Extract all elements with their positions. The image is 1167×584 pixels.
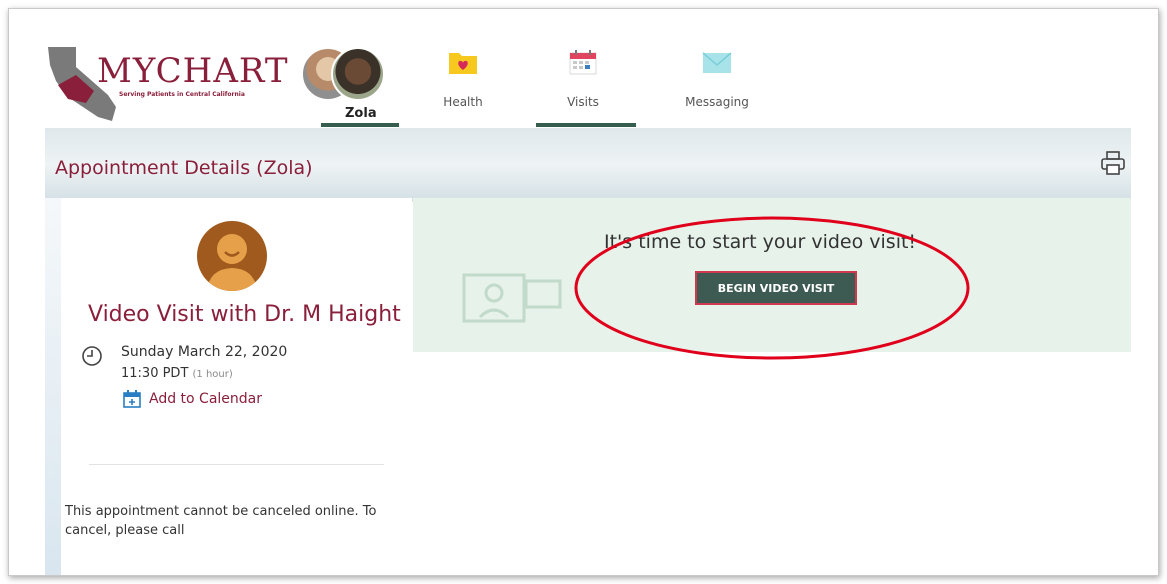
video-call-illustration <box>462 273 562 323</box>
visits-tab-underline <box>536 123 636 127</box>
avatar <box>331 47 385 101</box>
nav-health[interactable]: Health <box>423 49 503 109</box>
nav-visits-label: Visits <box>567 95 599 109</box>
person-icon <box>207 234 257 291</box>
patient-avatars[interactable] <box>301 47 401 107</box>
header: MYCHART Serving Patients in Central Cali… <box>9 9 1158 129</box>
appointment-time: 11:30 PDT (1 hour) <box>121 366 233 381</box>
add-to-calendar-link[interactable]: Add to Calendar <box>149 391 262 407</box>
begin-video-visit-button[interactable]: BEGIN VIDEO VISIT <box>695 271 857 305</box>
visit-title: Video Visit with Dr. M Haight <box>88 302 401 327</box>
divider <box>89 464 384 465</box>
nav-messaging[interactable]: Messaging <box>677 49 757 109</box>
nav-health-label: Health <box>443 95 483 109</box>
cancel-note: This appointment cannot be canceled onli… <box>65 504 377 538</box>
nav-visits[interactable]: Visits <box>543 49 623 109</box>
print-icon[interactable] <box>1099 149 1127 177</box>
appointment-duration: (1 hour) <box>192 369 233 380</box>
nav-messaging-label: Messaging <box>685 95 749 109</box>
logo-subtitle: Serving Patients in Central California <box>119 91 245 98</box>
calendar-add-icon[interactable] <box>122 389 142 409</box>
provider-avatar <box>197 221 267 291</box>
video-visit-message: It's time to start your video visit! <box>604 231 917 253</box>
logo-title: MYCHART <box>97 51 289 91</box>
clock-icon <box>82 346 102 366</box>
envelope-icon <box>702 52 732 73</box>
patient-name: Zola <box>345 106 377 121</box>
appointment-date: Sunday March 22, 2020 <box>121 344 288 360</box>
app-window: MYCHART Serving Patients in Central Cali… <box>8 8 1159 576</box>
folder-heart-icon <box>449 53 477 74</box>
page-title: Appointment Details (Zola) <box>55 157 313 179</box>
calendar-icon <box>569 50 597 75</box>
patient-tab-underline <box>321 123 399 127</box>
left-strip <box>45 198 61 575</box>
appointment-time-value: 11:30 PDT <box>121 366 189 381</box>
